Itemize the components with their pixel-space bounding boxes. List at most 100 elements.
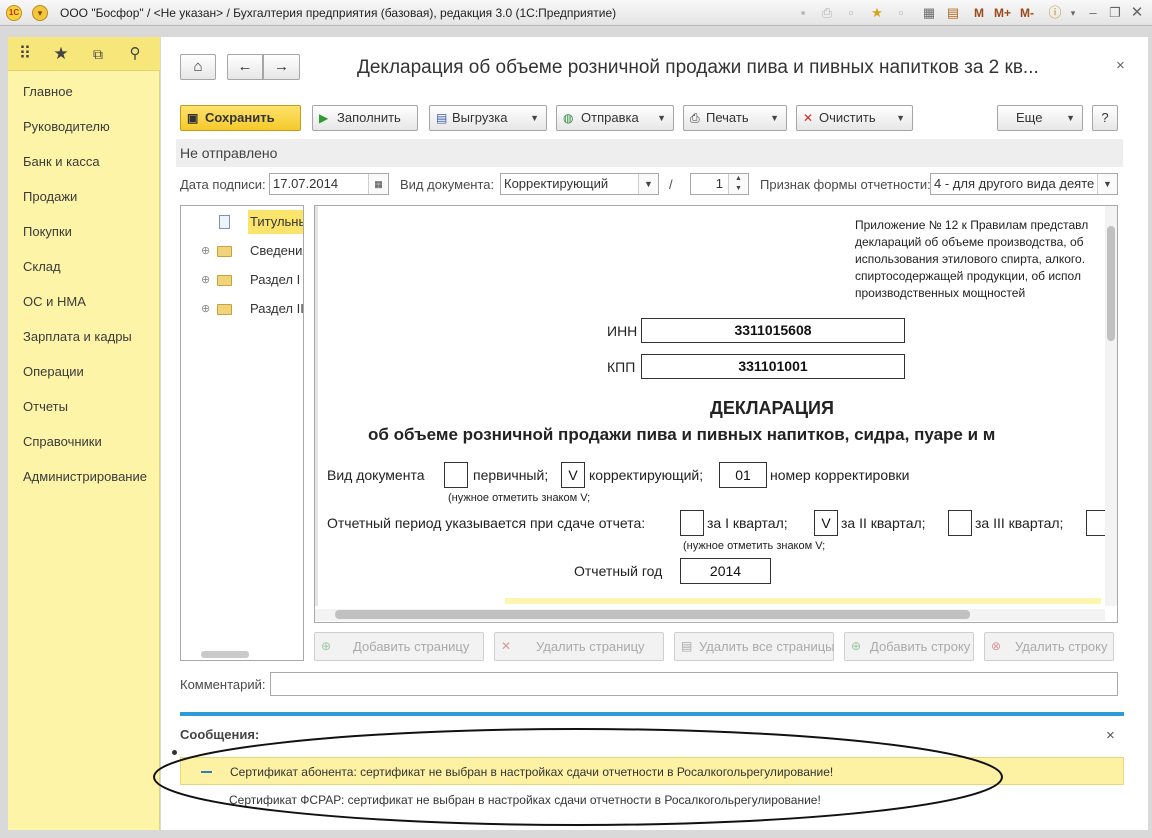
primary-label: первичный;: [473, 467, 549, 483]
correction-number-stepper[interactable]: 1 ▲ ▼: [690, 173, 749, 195]
send-button[interactable]: ◍ Отправка ▼: [556, 105, 674, 131]
print-window-icon[interactable]: ⎙: [818, 4, 836, 22]
expand-plus-icon[interactable]: ⊕: [201, 239, 210, 263]
sidebar-item-management[interactable]: Руководителю: [23, 119, 110, 134]
history-icon[interactable]: ▫: [892, 4, 910, 22]
preview-icon[interactable]: ▫: [842, 4, 860, 22]
expand-plus-icon[interactable]: ⊕: [201, 268, 210, 292]
declaration-document: Приложение № 12 к Правилам представл дек…: [314, 205, 1118, 623]
tree-item-title-page[interactable]: Титульный: [181, 210, 303, 234]
forward-button[interactable]: →: [263, 54, 300, 80]
add-row-button[interactable]: ⊕ Добавить строку: [844, 632, 974, 661]
kpp-value[interactable]: 331101001: [641, 354, 905, 379]
sidebar-item-administration[interactable]: Администрирование: [23, 469, 147, 484]
folder-icon: [217, 304, 232, 315]
tree-item-section-2[interactable]: ⊕ Раздел II: [181, 297, 303, 321]
save-button[interactable]: ▣ Сохранить: [180, 105, 301, 131]
tree-item-section-1[interactable]: ⊕ Раздел I: [181, 268, 303, 292]
sidebar-item-purchases[interactable]: Покупки: [23, 224, 72, 239]
sign-date-field[interactable]: 17.07.2014 ▦: [269, 173, 389, 195]
calculator-icon[interactable]: ▦: [920, 4, 938, 22]
window-titlebar: 1С ▾ ООО "Босфор" / <Не указан> / Бухгал…: [0, 0, 1152, 26]
sidebar-item-payroll[interactable]: Зарплата и кадры: [23, 329, 132, 344]
calendar-icon[interactable]: ▤: [944, 4, 962, 22]
restore-icon[interactable]: ❐: [1106, 4, 1124, 22]
minimize-icon[interactable]: –: [1084, 4, 1102, 22]
export-button[interactable]: ▤ Выгрузка ▼: [429, 105, 547, 131]
mark-note-2: (нужное отметить знаком V;: [683, 540, 826, 552]
q2-checkbox[interactable]: V: [814, 510, 838, 536]
info-icon[interactable]: ⓘ: [1046, 4, 1064, 22]
search-icon[interactable]: ⚲: [125, 44, 145, 64]
favorites-icon[interactable]: ★: [868, 4, 886, 22]
q1-label: за I квартал;: [707, 515, 788, 531]
document-icon: [219, 215, 230, 229]
app-logo-icon: 1С: [6, 5, 22, 21]
play-icon: ▶: [319, 111, 329, 125]
sidebar-item-sales[interactable]: Продажи: [23, 189, 77, 204]
tree-item-info[interactable]: ⊕ Сведения: [181, 239, 303, 263]
delete-row-button[interactable]: ⊗ Удалить строку: [984, 632, 1114, 661]
clear-button[interactable]: ✕ Очистить ▼: [796, 105, 913, 131]
year-box[interactable]: 2014: [680, 558, 771, 584]
add-page-button[interactable]: ⊕ Добавить страницу: [314, 632, 484, 661]
delete-all-pages-button[interactable]: ▤ Удалить все страницы: [674, 632, 835, 661]
main-menu-icon[interactable]: ▾: [32, 5, 48, 21]
declaration-heading: ДЕКЛАРАЦИЯ: [710, 398, 834, 418]
stepper-arrows-icon[interactable]: ▲ ▼: [728, 174, 748, 194]
sidebar-item-fixed-assets[interactable]: ОС и НМА: [23, 294, 86, 309]
doc-horizontal-scrollbar[interactable]: [335, 610, 970, 619]
sign-date-label: Дата подписи:: [180, 177, 266, 192]
m-minus-button[interactable]: M-: [1020, 6, 1034, 20]
period-label: Отчетный период указывается при сдаче от…: [327, 515, 646, 531]
doc-type-label: Вид документа:: [400, 177, 495, 192]
help-button[interactable]: ?: [1092, 105, 1118, 131]
send-status: Не отправлено: [180, 145, 278, 161]
m-plus-button[interactable]: M+: [994, 6, 1011, 20]
close-messages-icon[interactable]: ×: [1106, 727, 1115, 744]
doc-kind-label: Вид документа: [327, 467, 425, 483]
correction-number-box[interactable]: 01: [719, 462, 767, 488]
delete-page-button[interactable]: ✕ Удалить страницу: [494, 632, 664, 661]
comment-label: Комментарий:: [180, 677, 266, 692]
sidebar-item-directories[interactable]: Справочники: [23, 434, 102, 449]
doc-vertical-scrollbar[interactable]: [1107, 226, 1115, 341]
add-row-icon: ⊕: [851, 639, 862, 653]
favorites-star-icon[interactable]: ★: [51, 44, 71, 64]
disk-icon: ▣: [187, 111, 199, 125]
sidebar-item-main[interactable]: Главное: [23, 84, 73, 99]
comment-input[interactable]: [270, 672, 1118, 696]
close-form-icon[interactable]: ×: [1116, 57, 1125, 74]
inn-value[interactable]: 3311015608: [641, 318, 905, 343]
form-attr-select[interactable]: 4 - для другого вида деяте ▼: [930, 173, 1118, 195]
save-window-icon[interactable]: ▪: [794, 4, 812, 22]
expand-plus-icon[interactable]: ⊕: [201, 297, 210, 321]
page-title: Декларация об объеме розничной продажи п…: [357, 57, 1039, 78]
calendar-picker-icon[interactable]: ▦: [368, 174, 388, 194]
info-dropdown-icon[interactable]: ▾: [1064, 4, 1082, 22]
tree-horizontal-scrollbar[interactable]: [201, 651, 249, 658]
primary-checkbox[interactable]: [444, 462, 468, 488]
correcting-checkbox[interactable]: V: [561, 462, 585, 488]
appendix-text: Приложение № 12 к Правилам представл дек…: [855, 218, 1089, 300]
close-window-icon[interactable]: ✕: [1128, 4, 1146, 22]
chevron-down-icon[interactable]: ▼: [638, 174, 658, 194]
m-button[interactable]: M: [974, 6, 984, 20]
home-button[interactable]: ⌂: [180, 54, 216, 80]
sidebar-item-operations[interactable]: Операции: [23, 364, 84, 379]
q1-checkbox[interactable]: [680, 510, 704, 536]
apps-grid-icon[interactable]: ⠿: [15, 44, 35, 64]
chevron-down-icon[interactable]: ▼: [1097, 174, 1117, 194]
sidebar-item-warehouse[interactable]: Склад: [23, 259, 61, 274]
sidebar-item-bank[interactable]: Банк и касса: [23, 154, 100, 169]
sidebar-item-reports[interactable]: Отчеты: [23, 399, 68, 414]
more-button[interactable]: Еще ▼: [997, 105, 1083, 131]
q3-checkbox[interactable]: [948, 510, 972, 536]
fill-button[interactable]: ▶ Заполнить: [312, 105, 418, 131]
history-pages-icon[interactable]: ⧉: [88, 44, 108, 64]
back-button[interactable]: ←: [227, 54, 263, 80]
form-attr-label: Признак формы отчетности:: [760, 177, 931, 192]
print-button[interactable]: ⎙ Печать ▼: [683, 105, 787, 131]
home-icon: ⌂: [193, 58, 203, 75]
doc-type-select[interactable]: Корректирующий ▼: [500, 173, 659, 195]
